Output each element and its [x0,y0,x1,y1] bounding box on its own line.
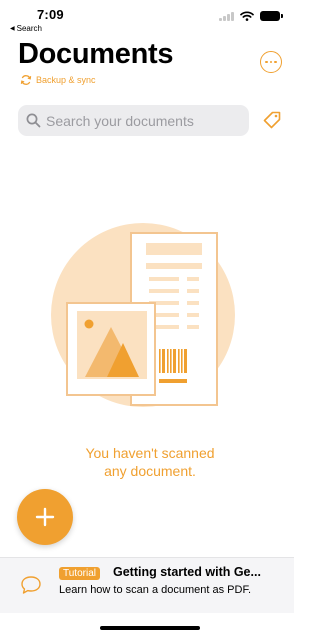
signal-icon [219,11,234,21]
search-icon [26,113,41,128]
empty-state-line-1: You haven't scanned [85,445,215,461]
empty-documents-illustration [51,223,235,407]
search-input[interactable] [46,112,236,129]
search-bar[interactable] [18,105,249,136]
back-arrow-icon: ◀ [10,26,15,32]
wifi-icon [240,11,254,21]
page-title: Documents [18,38,174,70]
back-to-search-link[interactable]: ◀ Search [10,24,42,33]
sync-icon [20,75,32,85]
more-button[interactable] [260,51,282,73]
tutorial-badge: Tutorial [59,567,100,580]
add-document-button[interactable] [17,489,73,545]
chat-icon [21,576,41,594]
battery-icon [260,11,283,21]
tag-icon[interactable] [262,110,282,130]
home-indicator [100,626,200,630]
add-icon [35,507,55,527]
sync-label: Backup & sync [36,75,96,85]
status-time: 7:09 [37,7,64,22]
status-bar: 7:09 ◀ Search [0,0,294,36]
status-icons [219,11,283,21]
tutorial-description: Learn how to scan a document as PDF. [59,584,251,596]
empty-state-line-2: any document. [104,463,196,479]
empty-state-message: You haven't scanned any document. [0,444,300,480]
tutorial-banner[interactable]: Tutorial Getting started with Ge... Lear… [0,557,294,613]
back-label: Search [16,24,42,33]
tutorial-title: Getting started with Ge... [113,565,261,579]
more-icon [265,60,268,64]
backup-sync-button[interactable]: Backup & sync [20,74,96,86]
